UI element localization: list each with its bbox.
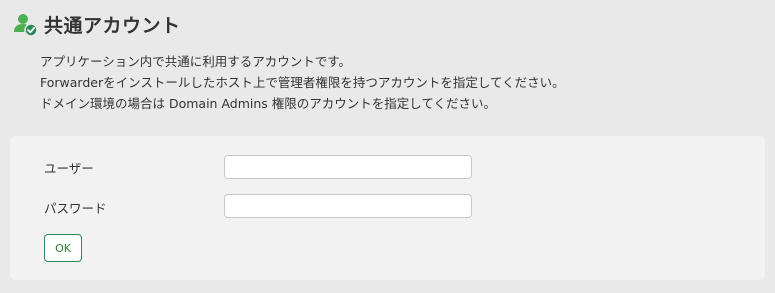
username-input[interactable]	[224, 155, 472, 179]
page-header: 共通アカウント	[12, 10, 181, 38]
account-form-panel: ユーザー パスワード OK	[10, 136, 765, 280]
ok-button[interactable]: OK	[44, 234, 82, 262]
user-check-icon	[12, 11, 38, 37]
description-line: アプリケーション内で共通に利用するアカウントです。	[40, 54, 352, 69]
description-line: ドメイン環境の場合は Domain Admins 権限のアカウントを指定してくだ…	[40, 96, 497, 111]
password-input[interactable]	[224, 194, 472, 218]
page-title: 共通アカウント	[44, 14, 181, 37]
description-line: Forwarderをインストールしたホスト上で管理者権限を持つアカウントを指定し…	[40, 75, 565, 90]
password-label: パスワード	[44, 201, 107, 216]
username-label: ユーザー	[44, 161, 94, 176]
description: アプリケーション内で共通に利用するアカウントです。 Forwarderをインスト…	[40, 51, 565, 114]
